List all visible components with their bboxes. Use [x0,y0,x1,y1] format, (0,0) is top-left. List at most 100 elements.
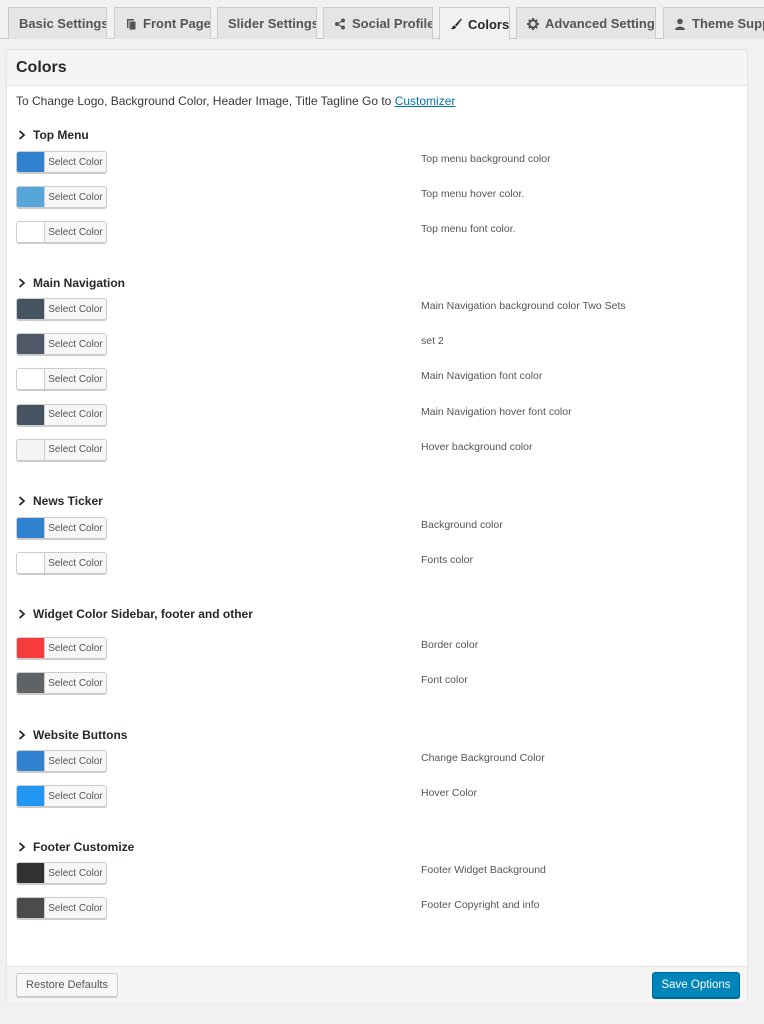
color-picker-button[interactable]: Select Color [16,897,107,920]
select-color-label: Select Color [45,334,106,355]
restore-defaults-button[interactable]: Restore Defaults [16,973,118,997]
color-picker-button[interactable]: Select Color [16,298,107,320]
tab-advanced-settings[interactable]: Advanced Settings [516,7,656,39]
color-description: Top menu background color [421,153,551,165]
color-description: Hover Color [421,787,478,800]
section-title-label: Footer Customize [33,840,135,854]
color-description: Top menu font color. [421,223,516,236]
color-picker-button[interactable]: Select Color [16,672,107,695]
settings-tabs: Basic Settings Front Page Slider Setting… [0,0,764,40]
intro-label: To Change Logo, Background Color, Header… [16,94,395,108]
panel-title: Colors [7,50,747,86]
color-swatch [17,553,45,574]
chevron-right-icon [18,278,28,288]
color-swatch [17,638,45,658]
select-color-label: Select Color [45,898,106,919]
color-picker-button[interactable]: Select Color [16,368,107,391]
color-description: Footer Copyright and info [421,899,540,912]
section-title: Website Buttons [18,728,127,742]
section-title-label: Main Navigation [33,276,126,290]
brush-icon [450,17,462,31]
color-swatch [17,187,45,208]
select-color-label: Select Color [45,222,106,243]
color-swatch [17,222,45,243]
color-swatch [17,673,45,694]
color-description: Main Navigation font color [421,370,543,383]
tab-label: Theme Support [692,16,764,31]
color-swatch [17,439,45,460]
color-description: Background color [421,519,503,531]
tab-front-page[interactable]: Front Page [114,7,211,39]
select-color-label: Select Color [45,518,106,538]
tab-label: Front Page [143,16,211,31]
color-picker-button[interactable]: Select Color [16,333,107,356]
select-color-label: Select Color [45,553,106,574]
panel-footer: Restore Defaults Save Options [7,966,747,1002]
section-title: Main Navigation [18,276,125,290]
color-description: Main Navigation hover font color [421,405,572,418]
tab-social-profile[interactable]: Social Profile [323,7,433,39]
tab-slider-settings[interactable]: Slider Settings [217,7,317,39]
select-color-label: Select Color [45,638,106,658]
section-title: Footer Customize [18,840,134,854]
section-title-label: Widget Color Sidebar, footer and other [33,607,253,621]
customizer-link[interactable]: Customizer [395,94,456,108]
color-picker-button[interactable]: Select Color [16,552,107,575]
color-description: Font color [421,674,468,687]
section-title-label: Top Menu [33,128,89,142]
tab-label: Social Profile [352,16,433,31]
select-color-label: Select Color [45,187,106,208]
color-swatch [17,334,45,355]
color-description: Border color [421,639,479,651]
color-swatch [17,518,45,538]
tab-colors[interactable]: Colors [439,7,510,40]
color-picker-button[interactable]: Select Color [16,517,107,539]
color-description: Hover background color [421,440,533,453]
color-description: Change Background Color [421,752,545,764]
color-picker-button[interactable]: Select Color [16,785,107,808]
tab-label: Slider Settings [228,16,317,31]
select-color-label: Select Color [45,369,106,390]
color-description: Footer Widget Background [421,864,546,876]
color-picker-button[interactable]: Select Color [16,438,107,461]
user-icon [674,17,686,31]
select-color-label: Select Color [45,152,106,172]
save-options-button[interactable]: Save Options [652,972,740,998]
color-picker-button[interactable]: Select Color [16,862,107,884]
gear-icon [527,17,539,31]
color-description: set 2 [421,335,444,348]
color-picker-button[interactable]: Select Color [16,750,107,772]
tab-label: Colors [468,16,510,32]
color-swatch [17,152,45,172]
section-title: Top Menu [18,128,89,142]
select-color-label: Select Color [45,751,106,771]
section-title: Widget Color Sidebar, footer and other [18,607,253,621]
color-swatch [17,863,45,883]
chevron-right-icon [18,496,28,506]
chevron-right-icon [18,730,28,740]
color-swatch [17,369,45,390]
color-swatch [17,299,45,319]
select-color-label: Select Color [45,673,106,694]
color-description: Top menu hover color. [421,188,525,201]
color-picker-button[interactable]: Select Color [16,221,107,244]
chevron-right-icon [18,842,28,852]
section-title-label: News Ticker [33,494,103,508]
section-title: News Ticker [18,494,103,508]
tab-basic-settings[interactable]: Basic Settings [8,7,107,39]
color-swatch [17,404,45,425]
color-picker-button[interactable]: Select Color [16,151,107,173]
tab-theme-support[interactable]: Theme Support [663,7,764,39]
select-color-label: Select Color [45,299,106,319]
color-swatch [17,786,45,807]
share-icon [334,17,346,31]
select-color-label: Select Color [45,786,106,807]
colors-panel: Colors To Change Logo, Background Color,… [6,49,748,1002]
color-picker-button[interactable]: Select Color [16,403,107,426]
select-color-label: Select Color [45,439,106,460]
tab-label: Basic Settings [19,16,107,31]
color-picker-button[interactable]: Select Color [16,637,107,659]
color-picker-button[interactable]: Select Color [16,186,107,209]
section-title-label: Website Buttons [33,728,128,742]
chevron-right-icon [18,130,28,140]
